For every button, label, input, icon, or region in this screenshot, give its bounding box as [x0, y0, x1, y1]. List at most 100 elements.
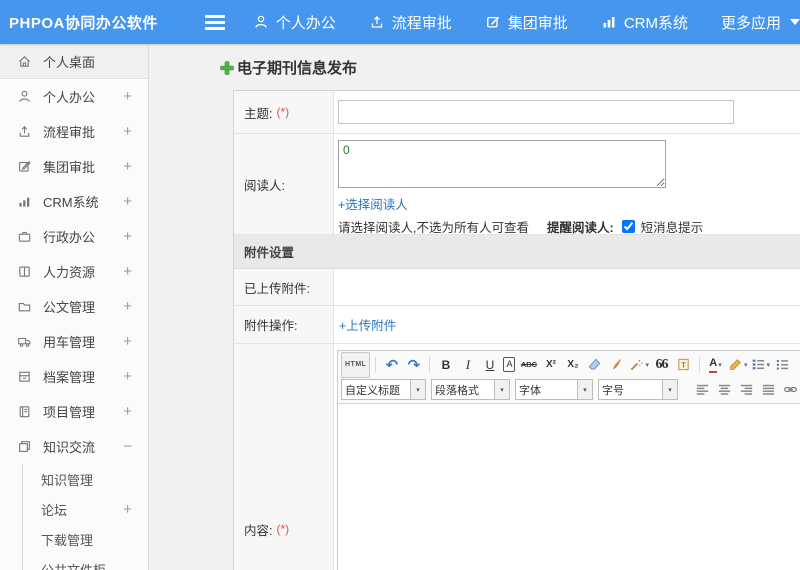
sidebar-item-label: 个人桌面 — [43, 54, 96, 70]
topnav-crm-system[interactable]: CRM系统 — [601, 12, 688, 33]
upload-attachment-link[interactable]: +上传附件 — [339, 315, 396, 334]
readers-textarea[interactable]: 0 — [338, 140, 666, 188]
align-right-icon[interactable] — [736, 380, 757, 400]
subject-input[interactable] — [338, 100, 734, 124]
paste-text-icon[interactable]: T — [673, 355, 694, 375]
editor-toolbar-row1: HTML ↶ ↷ B I U A ABC X² X₂ ▾ 66 T A ▾ ▾ … — [341, 351, 800, 378]
svg-text:T: T — [681, 360, 686, 369]
topnav-label: CRM系统 — [623, 14, 688, 32]
sidebar-subitem-public-file-cabinet[interactable]: 公共文件柜 — [23, 554, 148, 570]
sidebar-item-knowledge-exchange[interactable]: 知识交流 − — [0, 429, 148, 464]
topnav-label: 流程审批 — [391, 14, 452, 32]
sidebar-item-document-management[interactable]: 公文管理 + — [0, 289, 148, 324]
sidebar-item-label: 用车管理 — [43, 335, 96, 350]
highlight-color-icon[interactable]: ▾ — [727, 355, 749, 375]
content-label: 内容: (*) — [234, 344, 334, 570]
sidebar-item-label: 档案管理 — [43, 370, 96, 385]
insert-link-icon[interactable] — [780, 380, 800, 400]
topnav-label: 个人办公 — [275, 14, 336, 32]
remind-readers-label: 提醒阅读人: — [546, 221, 614, 235]
page-title-text: 电子期刊信息发布 — [237, 60, 358, 77]
sidebar-item-human-resources[interactable]: 人力资源 + — [0, 254, 148, 289]
editor-toolbar: HTML ↶ ↷ B I U A ABC X² X₂ ▾ 66 T A ▾ ▾ … — [338, 351, 800, 404]
font-color-button[interactable]: A ▾ — [705, 355, 726, 375]
archive-icon — [17, 369, 33, 385]
blockquote-button[interactable]: 66 — [651, 355, 672, 375]
bar-chart-icon — [17, 194, 33, 210]
expand-sign: + — [123, 228, 132, 245]
eraser-icon[interactable] — [584, 355, 605, 375]
rich-text-editor: HTML ↶ ↷ B I U A ABC X² X₂ ▾ 66 T A ▾ ▾ … — [337, 350, 800, 570]
person-icon — [17, 89, 33, 105]
editor-content-area[interactable] — [338, 404, 800, 570]
strikethrough-button[interactable]: ABC — [518, 355, 539, 375]
app-logo: PHPOA协同办公软件 — [9, 14, 158, 32]
sidebar-item-workflow-approval[interactable]: 流程审批 + — [0, 114, 148, 149]
subject-label: 主题: (*) — [234, 91, 334, 133]
sidebar-subitem-download-management[interactable]: 下载管理 — [23, 524, 148, 554]
sidebar-item-vehicle-management[interactable]: 用车管理 + — [0, 324, 148, 359]
unordered-list-icon[interactable] — [772, 355, 793, 375]
sidebar-subitem-label: 公共文件柜 — [41, 562, 107, 570]
expand-sign: + — [123, 123, 132, 140]
layers-icon — [17, 439, 33, 455]
italic-button[interactable]: I — [457, 355, 478, 375]
custom-title-select[interactable]: 自定义标题 ▾ — [341, 379, 426, 400]
sidebar-item-group-approval[interactable]: 集团审批 + — [0, 149, 148, 184]
superscript-button[interactable]: X² — [540, 355, 561, 375]
topnav-more-apps[interactable]: 更多应用 — [721, 12, 800, 33]
ordered-list-icon[interactable]: ▾ — [750, 355, 772, 375]
caret-down-icon — [790, 19, 800, 25]
paragraph-format-select[interactable]: 段落格式 ▾ — [431, 379, 510, 400]
journal-publish-form: 主题: (*) 阅读人: 0 +选择阅读人 请选择阅读人,不选为所有人可查看 提… — [233, 90, 800, 570]
topnav-group-approval[interactable]: 集团审批 — [485, 12, 568, 33]
expand-sign: + — [123, 333, 132, 350]
sidebar-item-crm-system[interactable]: CRM系统 + — [0, 184, 148, 219]
auto-typeset-icon[interactable]: ▾ — [628, 355, 650, 375]
main-content: 电子期刊信息发布 主题: (*) 阅读人: 0 +选择阅读人 请选择阅读人,不选… — [149, 44, 800, 570]
sidebar-item-label: 个人办公 — [43, 90, 96, 105]
align-center-icon[interactable] — [714, 380, 735, 400]
topnav-workflow-approval[interactable]: 流程审批 — [369, 12, 452, 33]
underline-button[interactable]: U — [479, 355, 500, 375]
format-brush-icon[interactable] — [606, 355, 627, 375]
expand-sign: + — [123, 263, 132, 280]
sidebar-item-project-management[interactable]: 项目管理 + — [0, 394, 148, 429]
page-title: 电子期刊信息发布 — [220, 57, 357, 78]
sidebar: 个人桌面 个人办公 + 流程审批 + 集团审批 + CRM系统 + 行政办公 + — [0, 44, 149, 570]
bold-button[interactable]: B — [435, 355, 456, 375]
font-border-button[interactable]: A — [503, 357, 516, 372]
sidebar-item-label: 集团审批 — [43, 160, 96, 175]
expand-sign: − — [123, 438, 132, 455]
sidebar-item-personal-desktop[interactable]: 个人桌面 — [0, 44, 148, 79]
truck-icon — [17, 334, 33, 350]
subscript-button[interactable]: X₂ — [562, 355, 583, 375]
sidebar-item-label: 行政办公 — [43, 230, 96, 245]
bar-chart-icon — [601, 14, 617, 30]
topnav-personal-office[interactable]: 个人办公 — [253, 12, 336, 33]
plus-icon — [220, 60, 234, 75]
sms-notify-checkbox[interactable] — [621, 220, 635, 233]
align-left-icon[interactable] — [692, 380, 713, 400]
readers-hint: 请选择阅读人,不选为所有人可查看 提醒阅读人: 短消息提示 — [338, 217, 800, 236]
font-size-select[interactable]: 字号 ▾ — [598, 379, 678, 400]
sidebar-item-admin-office[interactable]: 行政办公 + — [0, 219, 148, 254]
sidebar-subitem-forum[interactable]: 论坛 + — [23, 494, 148, 524]
expand-sign: + — [123, 368, 132, 385]
select-readers-link[interactable]: +选择阅读人 — [338, 194, 408, 213]
hamburger-menu-icon[interactable] — [204, 14, 225, 30]
chevron-down-icon: ▾ — [577, 380, 592, 399]
redo-button[interactable]: ↷ — [403, 355, 424, 375]
sidebar-item-archive-management[interactable]: 档案管理 + — [0, 359, 148, 394]
align-justify-icon[interactable] — [758, 380, 779, 400]
html-source-button[interactable]: HTML — [341, 351, 371, 378]
attachment-section-header: 附件设置 — [234, 235, 800, 269]
sidebar-item-label: 项目管理 — [43, 405, 96, 420]
top-nav: 个人办公 流程审批 集团审批 CRM系统 更多应用 — [253, 12, 800, 33]
undo-button[interactable]: ↶ — [381, 355, 402, 375]
font-family-select[interactable]: 字体 ▾ — [515, 379, 593, 400]
required-mark: (*) — [276, 105, 290, 119]
person-icon — [253, 14, 269, 30]
sidebar-subitem-knowledge-management[interactable]: 知识管理 — [23, 464, 148, 494]
sidebar-item-personal-office[interactable]: 个人办公 + — [0, 79, 148, 114]
